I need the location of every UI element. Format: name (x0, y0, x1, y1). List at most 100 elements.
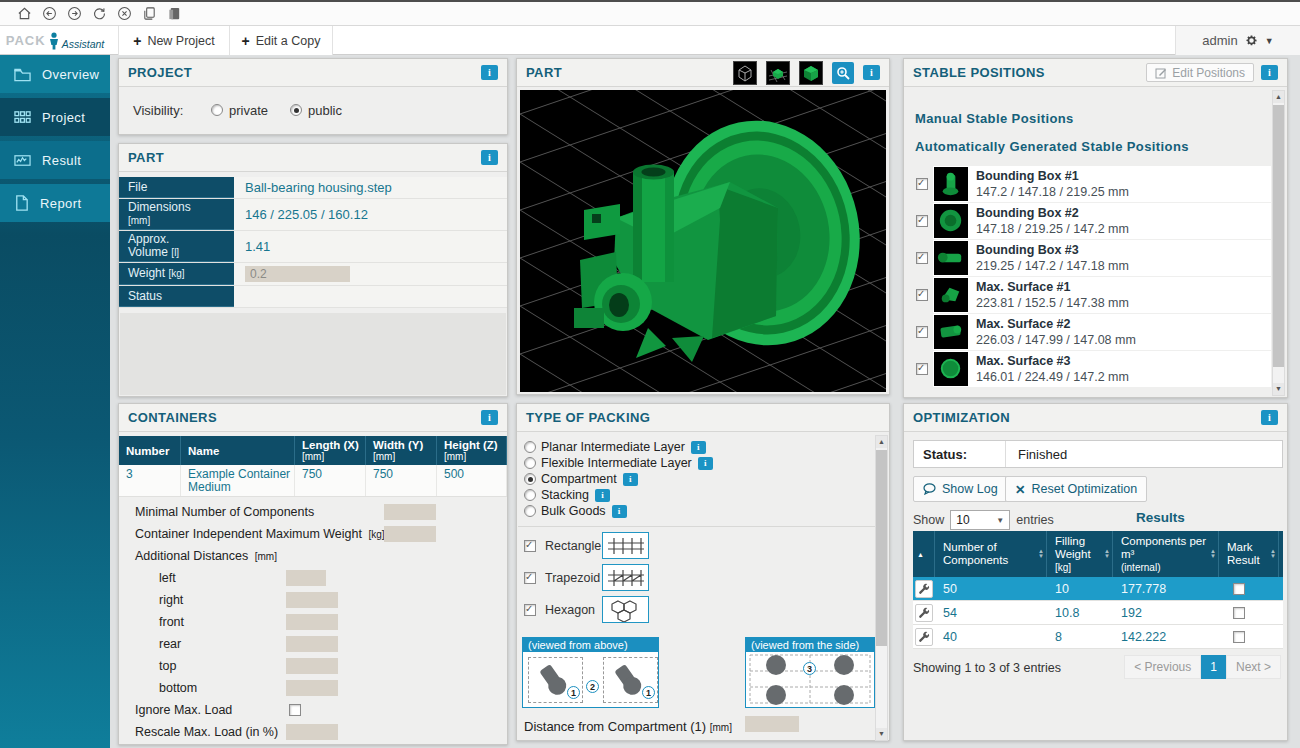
results-row[interactable]: 40 8 142.222 (913, 625, 1283, 649)
user-menu[interactable]: admin ▼ (1175, 26, 1300, 55)
stable-position-checkbox[interactable] (916, 363, 928, 375)
info-icon[interactable]: i (481, 410, 498, 425)
stable-position-card[interactable]: Max. Surface #2226.03 / 147.99 / 147.08 … (933, 314, 1271, 350)
info-icon[interactable]: i (623, 473, 638, 486)
wrench-icon[interactable] (915, 580, 933, 598)
distance-right-input[interactable] (286, 592, 338, 608)
next-page-button[interactable]: Next > (1226, 655, 1281, 679)
stable-position-checkbox[interactable] (916, 252, 928, 264)
packing-option-bulk-goods[interactable]: Bulk Goodsi (524, 503, 888, 519)
stable-position-item[interactable]: Max. Surface #1223.81 / 152.5 / 147.38 m… (904, 277, 1271, 313)
wrench-icon[interactable] (915, 604, 933, 622)
info-icon[interactable]: i (1261, 410, 1278, 425)
previous-page-button[interactable]: < Previous (1124, 655, 1201, 679)
scroll-up-arrow[interactable]: ▲ (1273, 91, 1284, 103)
info-icon[interactable]: i (595, 489, 610, 502)
weight-input[interactable] (245, 266, 350, 282)
stable-position-item[interactable]: Max. Surface #3146.01 / 224.49 / 147.2 m… (904, 351, 1271, 387)
sidebar-item-overview[interactable]: Overview (0, 55, 110, 93)
distance-front-input[interactable] (286, 614, 338, 630)
refresh-icon[interactable] (91, 6, 107, 22)
stable-position-item[interactable]: Bounding Box #3219.25 / 147.2 / 147.18 m… (904, 240, 1271, 276)
show-log-button[interactable]: Show Log (913, 476, 1008, 502)
results-col-header[interactable]: Filling Weight[kg]▲▼ (1047, 531, 1113, 577)
stable-positions-scrollbar[interactable]: ▲ ▼ (1272, 90, 1285, 396)
packing-option-flexible-intermediate-layer[interactable]: Flexible Intermediate Layeri (524, 455, 888, 471)
forward-icon[interactable] (66, 6, 82, 22)
stable-position-card[interactable]: Max. Surface #3146.01 / 224.49 / 147.2 m… (933, 351, 1271, 387)
distance-left-input[interactable] (286, 570, 326, 586)
stable-position-item[interactable]: Bounding Box #1147.2 / 147.18 / 219.25 m… (904, 166, 1271, 202)
stable-position-card[interactable]: Max. Surface #1223.81 / 152.5 / 147.38 m… (933, 277, 1271, 313)
radio-button[interactable] (524, 441, 536, 453)
sidebar-item-project[interactable]: Project (0, 98, 110, 136)
scroll-up-arrow[interactable]: ▲ (876, 436, 887, 448)
results-row[interactable]: 50 10 177.778 (913, 577, 1283, 601)
part-info-value[interactable] (234, 263, 507, 285)
solid-view-thumbnail[interactable] (799, 61, 823, 85)
stable-position-checkbox[interactable] (916, 289, 928, 301)
page-size-select[interactable]: 10▼ (950, 510, 1010, 530)
paste-icon[interactable] (166, 6, 182, 22)
sidebar-item-report[interactable]: Report (0, 184, 110, 222)
edit-a-copy-button[interactable]: +Edit a Copy (230, 26, 333, 55)
visibility-public-radio[interactable] (290, 104, 302, 116)
packing-option-compartment[interactable]: Compartmenti (524, 471, 888, 487)
hexagon-checkbox[interactable] (524, 604, 536, 616)
info-icon[interactable]: i (481, 150, 498, 165)
close-icon[interactable] (116, 6, 132, 22)
scroll-down-arrow[interactable]: ▼ (1273, 383, 1284, 395)
stable-position-card[interactable]: Bounding Box #1147.2 / 147.18 / 219.25 m… (933, 166, 1271, 202)
stable-position-card[interactable]: Bounding Box #3219.25 / 147.2 / 147.18 m… (933, 240, 1271, 276)
new-project-button[interactable]: +New Project (118, 26, 230, 55)
mesh-view-thumbnail[interactable] (766, 61, 790, 85)
page-1-button[interactable]: 1 (1201, 655, 1226, 679)
copy-icon[interactable] (141, 6, 157, 22)
info-icon[interactable]: i (698, 457, 713, 470)
distance-top-input[interactable] (286, 658, 338, 674)
distance-rear-input[interactable] (286, 636, 338, 652)
mark-result-checkbox[interactable] (1233, 607, 1245, 619)
results-row[interactable]: 54 10.8 192 (913, 601, 1283, 625)
wrench-icon[interactable] (915, 628, 933, 646)
stable-position-item[interactable]: Max. Surface #2226.03 / 147.99 / 147.08 … (904, 314, 1271, 350)
mark-result-checkbox[interactable] (1233, 631, 1245, 643)
distance-from-compartment-input[interactable] (745, 716, 799, 732)
stable-position-item[interactable]: Bounding Box #2147.18 / 219.25 / 147.2 m… (904, 203, 1271, 239)
stable-position-checkbox[interactable] (916, 326, 928, 338)
zoom-icon[interactable] (832, 62, 854, 84)
radio-button[interactable] (524, 473, 536, 485)
results-col-header[interactable]: Components per m³(internal)▲▼ (1113, 531, 1219, 577)
part-3d-viewport[interactable] (520, 90, 886, 392)
containers-table-row[interactable]: 3Example Container Medium750750500 (119, 465, 507, 497)
scrollbar-thumb[interactable] (876, 450, 887, 646)
stable-position-card[interactable]: Bounding Box #2147.18 / 219.25 / 147.2 m… (933, 203, 1271, 239)
info-icon[interactable]: i (863, 65, 880, 80)
info-icon[interactable]: i (481, 65, 498, 80)
scrollbar-thumb[interactable] (1273, 105, 1284, 367)
rescale-max-load-input[interactable] (286, 724, 338, 740)
distance-bottom-input[interactable] (286, 680, 338, 696)
results-col-header[interactable]: Number of Components▲▼ (935, 531, 1047, 577)
info-icon[interactable]: i (691, 441, 706, 454)
edit-positions-button[interactable]: Edit Positions (1146, 63, 1254, 82)
container-independent-maximum-weight-input[interactable] (384, 526, 436, 542)
mark-result-checkbox[interactable] (1233, 583, 1245, 595)
reset-optimization-button[interactable]: ✕ Reset Optimization (1005, 476, 1147, 502)
minimal-number-of-components-input[interactable] (384, 504, 436, 520)
visibility-private-radio[interactable] (211, 104, 223, 116)
radio-button[interactable] (524, 489, 536, 501)
rectangle-checkbox[interactable] (524, 540, 536, 552)
stable-position-checkbox[interactable] (916, 178, 928, 190)
info-icon[interactable]: i (612, 505, 627, 518)
wireframe-view-thumbnail[interactable] (733, 61, 757, 85)
ignore-max-load-checkbox[interactable] (289, 704, 301, 716)
sort-column-header[interactable]: ▲ (913, 531, 935, 577)
radio-button[interactable] (524, 505, 536, 517)
results-col-header[interactable]: Mark Result▲▼ (1219, 531, 1279, 577)
sidebar-item-result[interactable]: Result (0, 141, 110, 179)
info-icon[interactable]: i (1261, 65, 1278, 80)
packing-option-planar-intermediate-layer[interactable]: Planar Intermediate Layeri (524, 439, 888, 455)
radio-button[interactable] (524, 457, 536, 469)
stable-position-checkbox[interactable] (916, 215, 928, 227)
